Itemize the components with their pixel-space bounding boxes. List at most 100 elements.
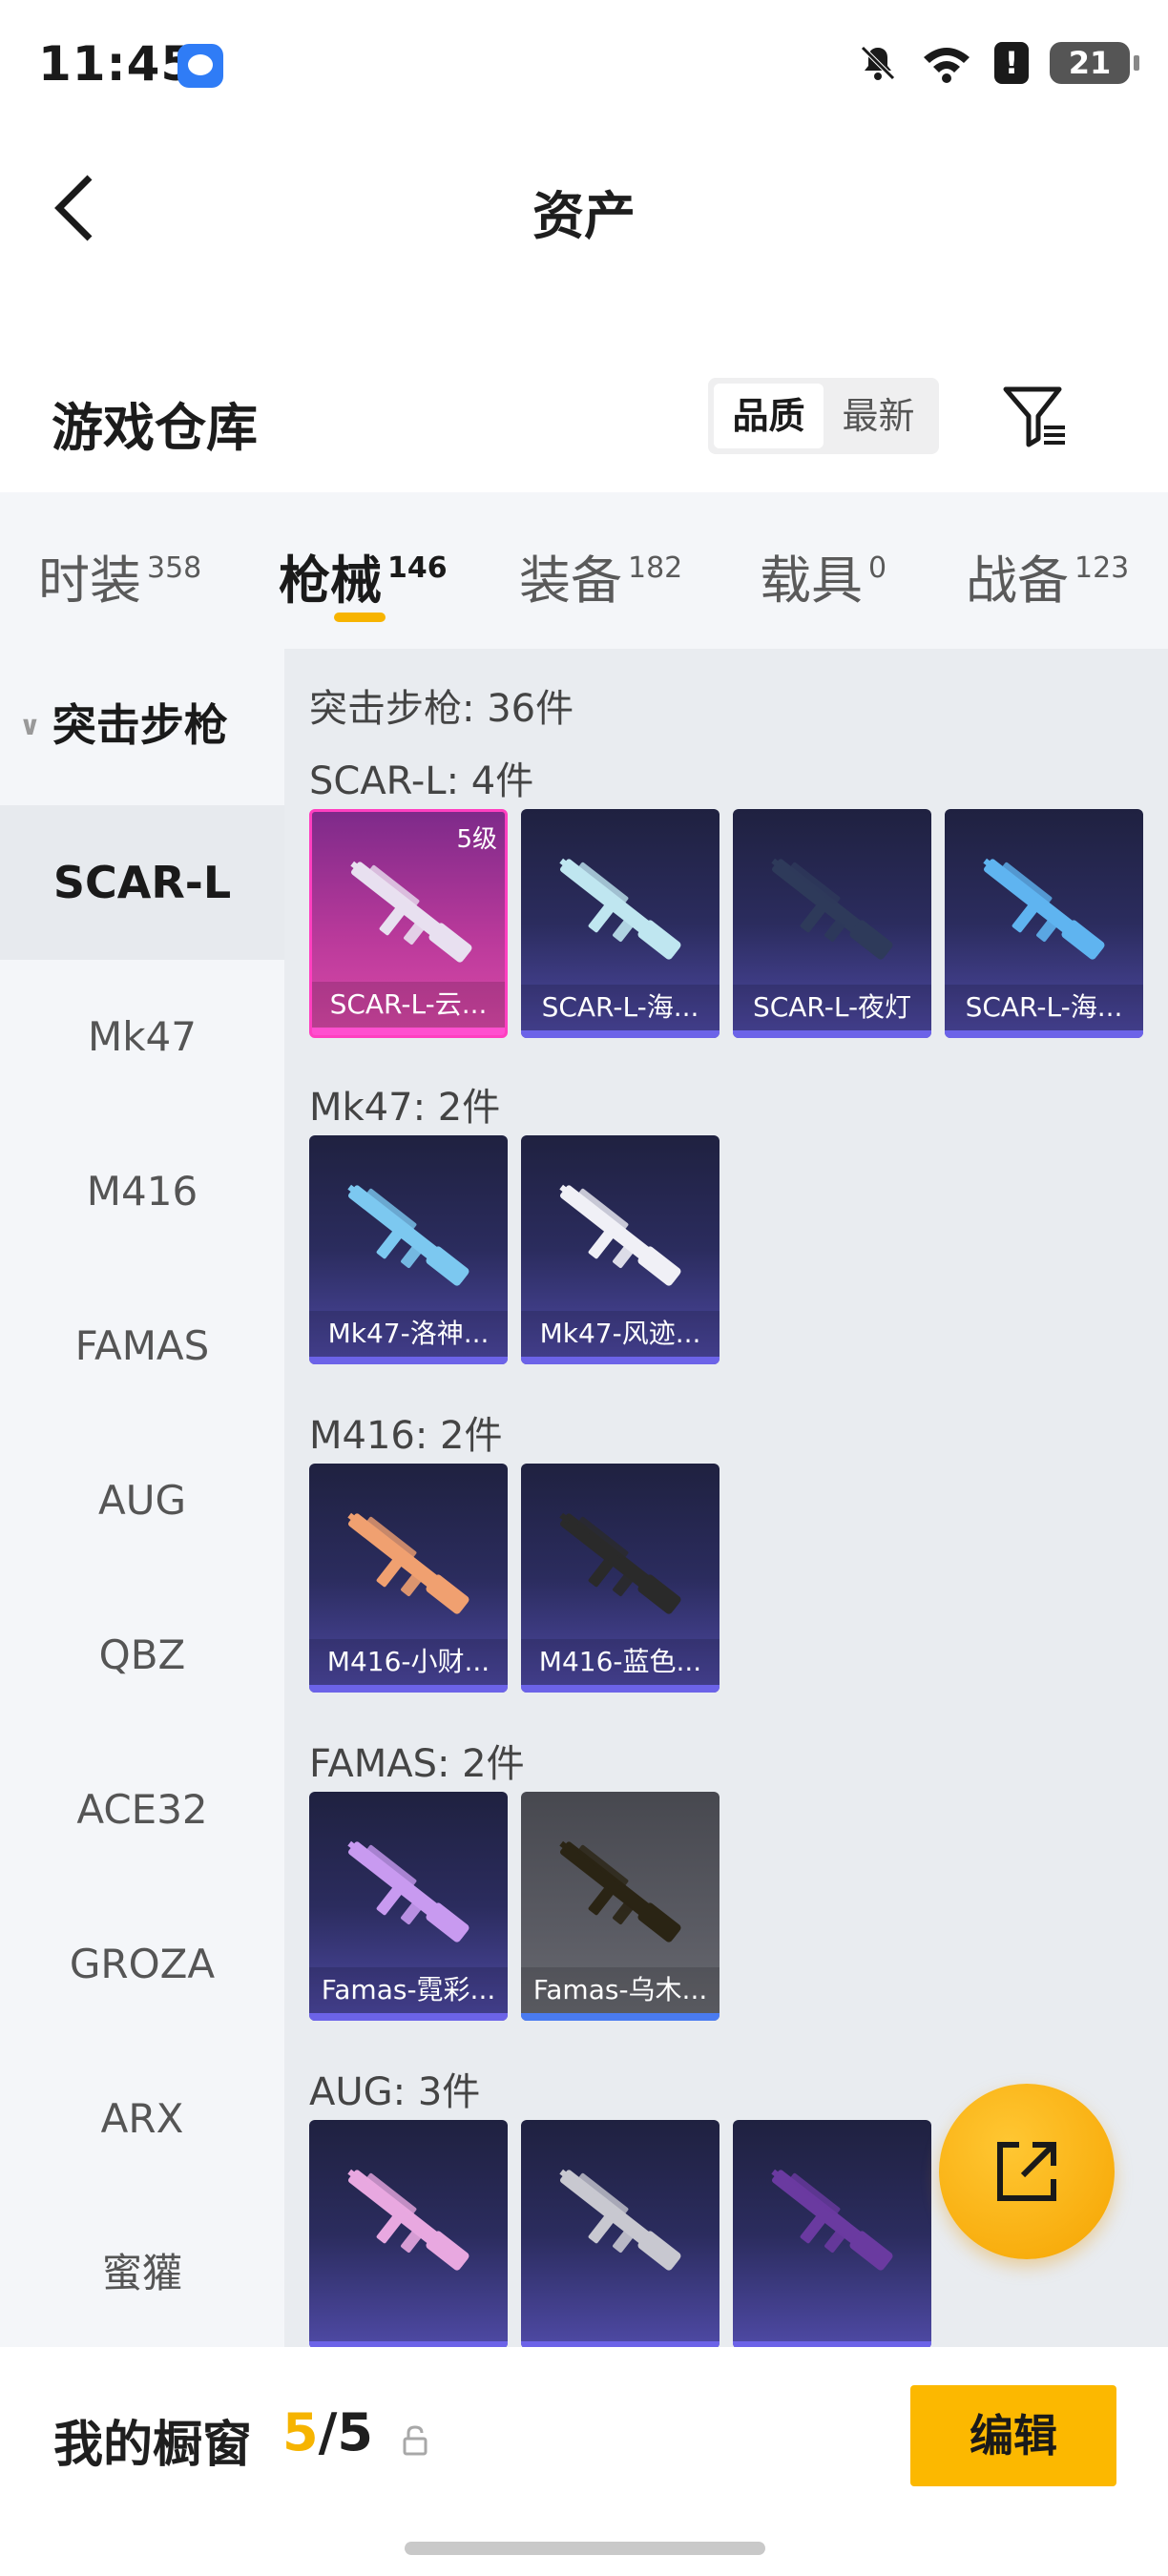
sort-toggle: 品质 最新	[708, 378, 939, 454]
sort-latest-option[interactable]: 最新	[824, 384, 933, 448]
tab-count: 0	[868, 551, 887, 585]
rifle-icon	[350, 861, 472, 963]
skin-name: SCAR-L-海...	[945, 985, 1143, 1030]
skin-card[interactable]	[309, 2120, 508, 2347]
status-bar: 11:45 ! 21	[0, 0, 1168, 134]
rifle-icon	[347, 1512, 469, 1614]
rifle-icon	[347, 1840, 469, 1942]
rifle-icon	[559, 1184, 681, 1286]
showcase-bar: 我的橱窗 5/5 编辑	[0, 2347, 1168, 2576]
sidebar-item-mk47[interactable]: Mk47	[0, 960, 284, 1114]
rarity-bar	[945, 1030, 1143, 1038]
battery-indicator: 21	[1050, 42, 1139, 84]
alert-icon: !	[994, 42, 1029, 84]
active-tab-indicator	[334, 613, 386, 622]
rarity-bar	[521, 1685, 720, 1693]
sidebar-item-honey-badger[interactable]: 蜜獾	[0, 2196, 284, 2351]
rifle-icon	[771, 2169, 893, 2271]
message-notification-icon	[177, 44, 223, 88]
rifle-icon	[559, 1512, 681, 1614]
skin-name: Famas-霓彩...	[309, 1967, 508, 2013]
skin-card[interactable]: Mk47-洛神...	[309, 1135, 508, 1364]
weapon-type-sidebar: ∨ 突击步枪 SCAR-L Mk47 M416 FAMAS AUG QBZ ACE…	[0, 649, 284, 2347]
skin-card[interactable]	[521, 2120, 720, 2347]
app-root: 11:45 ! 21 资产 游戏仓库 品质 最新 时装 358 枪械 146 装…	[0, 0, 1168, 2576]
section-label: SCAR-L: 4件	[309, 759, 534, 803]
rifle-icon	[559, 858, 681, 960]
skin-name: M416-蓝色...	[521, 1639, 720, 1685]
top-header: 资产	[0, 153, 1168, 258]
chevron-down-icon: ∨	[19, 710, 41, 741]
tab-count: 358	[147, 551, 202, 585]
showcase-count: 5/5	[282, 2402, 373, 2462]
rifle-icon	[347, 2169, 469, 2271]
rifle-icon	[559, 2169, 681, 2271]
lock-icon	[403, 2425, 428, 2456]
rarity-bar	[312, 1028, 505, 1035]
skin-card[interactable]: 5级 SCAR-L-云...	[309, 809, 508, 1038]
section-label: FAMAS: 2件	[309, 1742, 525, 1786]
category-tabs: 时装 358 枪械 146 装备 182 载具 0 战备 123	[0, 492, 1168, 649]
sidebar-item-arx[interactable]: ARX	[0, 2042, 284, 2196]
wifi-icon	[924, 48, 970, 83]
rifle-icon	[559, 1840, 681, 1942]
total-count-label: 突击步枪: 36件	[309, 687, 574, 731]
section-label: AUG: 3件	[309, 2070, 481, 2114]
home-indicator	[405, 2542, 765, 2555]
rarity-bar	[309, 1685, 508, 1693]
skin-card[interactable]: SCAR-L-海...	[521, 809, 720, 1038]
skin-card[interactable]: M416-蓝色...	[521, 1464, 720, 1693]
skin-card[interactable]: Famas-乌木...	[521, 1792, 720, 2021]
skin-card[interactable]: Mk47-风迹...	[521, 1135, 720, 1364]
tab-fashion[interactable]: 时装 358	[38, 538, 201, 613]
sidebar-item-famas[interactable]: FAMAS	[0, 1269, 284, 1423]
tab-label: 装备	[519, 551, 622, 611]
tab-vehicles[interactable]: 载具 0	[760, 538, 886, 613]
rarity-bar	[309, 2013, 508, 2021]
edit-button[interactable]: 编辑	[910, 2385, 1116, 2486]
rarity-bar	[521, 1357, 720, 1364]
skin-level-badge: 5级	[456, 825, 497, 854]
skin-card[interactable]: M416-小财...	[309, 1464, 508, 1693]
tab-label: 战备	[966, 551, 1069, 611]
tab-count: 123	[1074, 551, 1130, 585]
sidebar-group-assault-rifles[interactable]: ∨ 突击步枪	[19, 691, 228, 754]
tab-count: 182	[628, 551, 683, 585]
export-button[interactable]	[939, 2084, 1115, 2259]
status-icons: ! 21	[857, 42, 1139, 84]
sidebar-item-ace32[interactable]: ACE32	[0, 1733, 284, 1887]
tab-firearms[interactable]: 枪械 146	[279, 538, 448, 613]
sidebar-item-aug[interactable]: AUG	[0, 1423, 284, 1578]
bell-muted-icon	[861, 46, 895, 80]
skin-card[interactable]: SCAR-L-夜灯	[733, 809, 931, 1038]
skin-name: Mk47-风迹...	[521, 1311, 720, 1357]
skin-card[interactable]	[733, 2120, 931, 2347]
tab-equipment[interactable]: 装备 182	[519, 538, 682, 613]
page-title: 资产	[532, 186, 636, 246]
status-time: 11:45	[38, 36, 196, 92]
sidebar-item-groza[interactable]: GROZA	[0, 1887, 284, 2042]
skin-name: Mk47-洛神...	[309, 1311, 508, 1357]
sidebar-item-m416[interactable]: M416	[0, 1114, 284, 1269]
skin-name: M416-小财...	[309, 1639, 508, 1685]
sort-quality-option[interactable]: 品质	[714, 384, 824, 448]
tab-count: 146	[387, 551, 448, 585]
sidebar-item-scar-l[interactable]: SCAR-L	[0, 805, 284, 960]
sidebar-item-qbz[interactable]: QBZ	[0, 1578, 284, 1733]
rarity-bar	[521, 1030, 720, 1038]
skin-card[interactable]: SCAR-L-海...	[945, 809, 1143, 1038]
external-link-icon	[997, 2142, 1056, 2201]
skin-name: Famas-乌木...	[521, 1967, 720, 2013]
tab-supplies[interactable]: 战备 123	[966, 538, 1129, 613]
section-label: Mk47: 2件	[309, 1086, 501, 1130]
rifle-icon	[983, 858, 1105, 960]
rifle-icon	[347, 1184, 469, 1286]
skin-name: SCAR-L-海...	[521, 985, 720, 1030]
rarity-bar	[733, 1030, 931, 1038]
tab-label: 时装	[38, 551, 141, 611]
showcase-current: 5	[282, 2402, 319, 2462]
rarity-bar	[309, 1357, 508, 1364]
filter-icon[interactable]	[1000, 382, 1069, 450]
warehouse-title: 游戏仓库	[52, 398, 258, 458]
skin-card[interactable]: Famas-霓彩...	[309, 1792, 508, 2021]
